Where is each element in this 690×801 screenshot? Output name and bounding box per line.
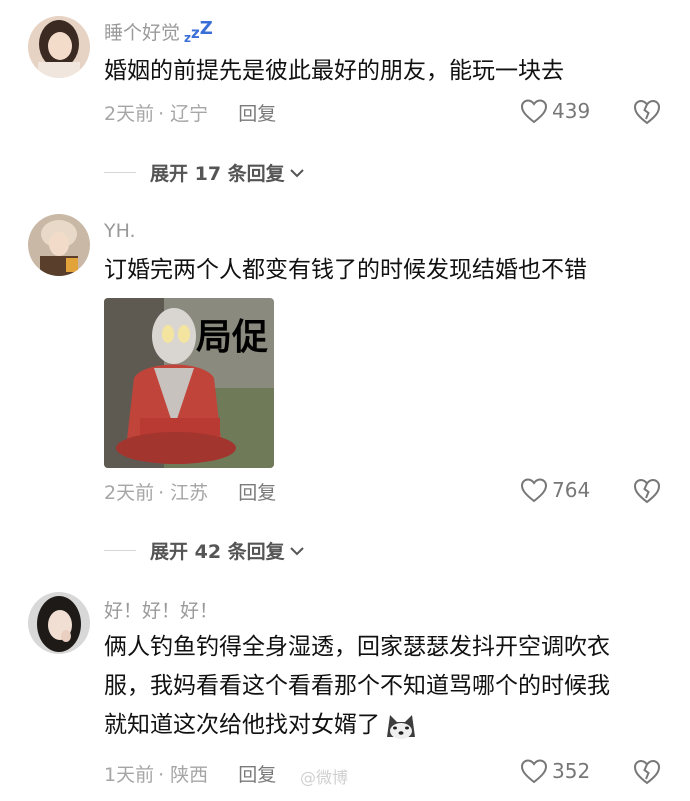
- comment-meta: 2天前 · 辽宁 回复: [104, 99, 276, 126]
- comment-text: 婚姻的前提先是彼此最好的朋友，能玩一块去: [104, 58, 564, 84]
- like-button[interactable]: 439: [520, 98, 590, 124]
- broken-heart-icon: [633, 759, 661, 785]
- expand-label: 展开 42 条回复: [150, 541, 285, 563]
- comment-text-line: 服，我妈看看这个看看那个不知道骂哪个的时候我: [104, 673, 610, 699]
- user-avatar[interactable]: [28, 16, 90, 78]
- heart-icon: [520, 759, 548, 784]
- sleep-zzz-icon: zzZ: [184, 18, 213, 45]
- broken-heart-icon: [633, 478, 661, 504]
- comment-text-line: 就知道这次给他找对女婿了: [104, 706, 674, 745]
- heart-icon: [520, 478, 548, 503]
- meme-image[interactable]: 局促: [104, 298, 274, 468]
- heart-icon: [520, 99, 548, 124]
- comment-time: 2天前: [104, 482, 155, 504]
- username[interactable]: 好！好！好！: [104, 596, 218, 623]
- like-button[interactable]: 764: [520, 477, 590, 503]
- comment-time: 2天前: [104, 103, 155, 125]
- like-count: 764: [552, 478, 591, 502]
- dislike-button[interactable]: [632, 758, 662, 790]
- username[interactable]: 睡个好觉 zzZ: [104, 18, 213, 45]
- comment-footer: 2天前 · 江苏 回复 764 展开 42 条回复: [0, 476, 690, 576]
- username-text: 睡个好觉: [104, 22, 181, 44]
- username-text: 好！好！好！: [104, 600, 219, 622]
- comment-item: 睡个好觉 zzZ 婚姻的前提先是彼此最好的朋友，能玩一块去 2天前 · 辽宁 回…: [0, 0, 690, 200]
- dislike-button[interactable]: [632, 98, 662, 130]
- watermark: @微博: [300, 764, 348, 788]
- comment-text: 订婚完两个人都变有钱了的时候发现结婚也不错: [104, 257, 587, 283]
- meme-caption: 局促: [196, 317, 269, 358]
- dislike-button[interactable]: [632, 477, 662, 509]
- expand-label: 展开 17 条回复: [150, 163, 285, 185]
- user-avatar[interactable]: [28, 592, 90, 654]
- divider-line: [104, 172, 136, 173]
- comment-location: · 辽宁: [158, 103, 209, 125]
- comment-location: · 陕西: [158, 764, 209, 786]
- comment-location: · 江苏: [158, 482, 209, 504]
- broken-heart-icon: [633, 99, 661, 125]
- comment-meta: 1天前 · 陕西 回复: [104, 760, 276, 787]
- like-button[interactable]: 352: [520, 758, 590, 784]
- expand-replies-button[interactable]: 展开 17 条回复: [104, 159, 305, 186]
- reply-button[interactable]: 回复: [238, 478, 276, 505]
- chevron-down-icon: [289, 546, 304, 555]
- chevron-down-icon: [289, 168, 304, 177]
- comment-text-line: 俩人钓鱼钓得全身湿透，回家瑟瑟发抖开空调吹衣: [104, 634, 610, 660]
- reply-button[interactable]: 回复: [238, 760, 276, 787]
- like-count: 352: [552, 759, 591, 783]
- comment-text-line-content: 就知道这次给他找对女婿了: [104, 712, 380, 738]
- comment-time: 1天前: [104, 764, 155, 786]
- watermark-text: @微博: [300, 768, 349, 787]
- doge-emoji-icon: [387, 714, 415, 739]
- user-avatar[interactable]: [28, 214, 90, 276]
- username[interactable]: YH.: [104, 220, 136, 242]
- reply-button[interactable]: 回复: [238, 99, 276, 126]
- comment-text: 俩人钓鱼钓得全身湿透，回家瑟瑟发抖开空调吹衣 服，我妈看看这个看看那个不知道骂哪…: [104, 628, 674, 745]
- comment-meta: 2天前 · 江苏 回复: [104, 478, 276, 505]
- username-text: YH.: [104, 220, 136, 242]
- divider-line: [104, 550, 136, 551]
- expand-replies-button[interactable]: 展开 42 条回复: [104, 537, 305, 564]
- like-count: 439: [552, 99, 591, 123]
